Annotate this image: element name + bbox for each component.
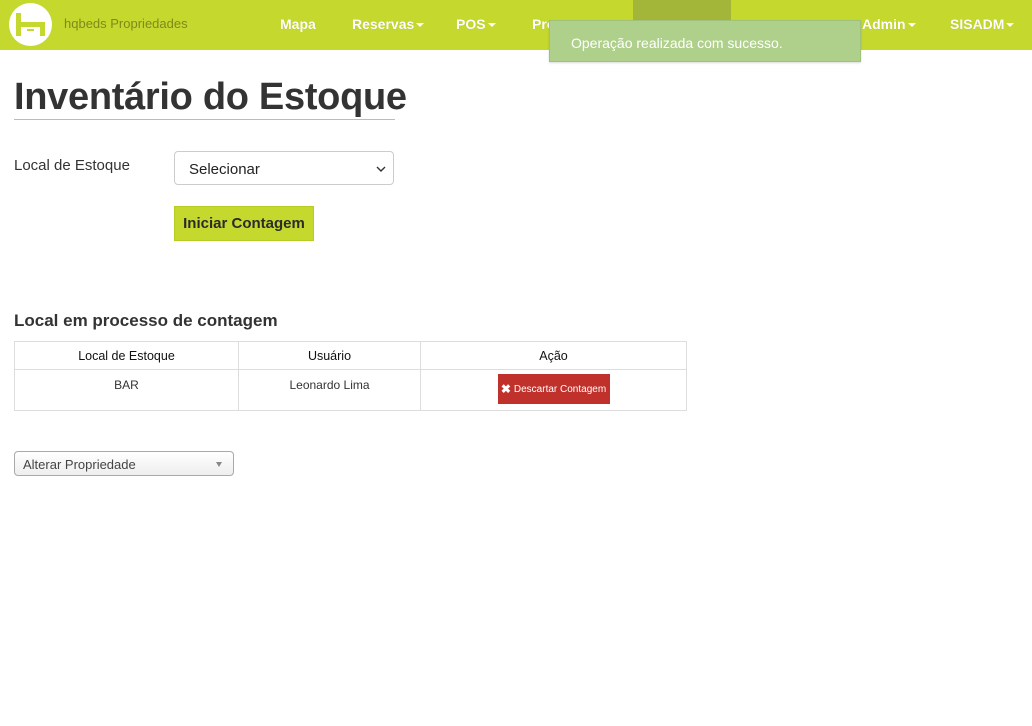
column-header-acao: Ação bbox=[420, 341, 687, 370]
caret-down-icon bbox=[1006, 23, 1015, 28]
title-divider bbox=[14, 119, 395, 120]
cell-action: ✖ Descartar Contagem bbox=[420, 369, 687, 411]
discard-count-label: Descartar Contagem bbox=[513, 383, 607, 395]
stock-location-select-value: Selecionar bbox=[189, 161, 260, 178]
counting-table: Local de Estoque Usuário Ação BAR Leonar… bbox=[14, 341, 687, 411]
table-row: BAR Leonardo Lima ✖ Descartar Contagem bbox=[14, 369, 687, 411]
stock-location-select[interactable]: Selecionar bbox=[174, 151, 394, 185]
caret-down-icon bbox=[907, 23, 916, 28]
caret-down-icon bbox=[216, 462, 222, 467]
cell-local: BAR bbox=[14, 369, 239, 411]
nav-item-reservas[interactable]: Reservas bbox=[352, 16, 425, 32]
caret-down-icon bbox=[416, 23, 425, 28]
toast-message: Operação realizada com sucesso. bbox=[571, 35, 783, 51]
column-header-local: Local de Estoque bbox=[14, 341, 239, 370]
close-icon: ✖ bbox=[500, 382, 511, 396]
cell-usuario: Leonardo Lima bbox=[238, 369, 421, 411]
success-toast[interactable]: Operação realizada com sucesso. bbox=[549, 20, 861, 62]
change-property-select[interactable]: Alterar Propriedade bbox=[14, 451, 234, 476]
caret-down-icon bbox=[487, 23, 496, 28]
start-count-button[interactable]: Iniciar Contagem bbox=[174, 206, 314, 241]
page-title: Inventário do Estoque bbox=[14, 76, 407, 118]
brand-name[interactable]: hqbeds Propriedades bbox=[64, 16, 188, 31]
nav-item-sisadm[interactable]: SISADM bbox=[950, 16, 1015, 32]
discard-count-button[interactable]: ✖ Descartar Contagem bbox=[497, 374, 610, 404]
nav-item-pos[interactable]: POS bbox=[456, 16, 496, 32]
stock-location-label: Local de Estoque bbox=[14, 157, 130, 174]
hq-logo-icon[interactable] bbox=[9, 3, 52, 46]
change-property-value: Alterar Propriedade bbox=[23, 457, 136, 472]
nav-item-mapa[interactable]: Mapa bbox=[280, 16, 316, 32]
chevron-down-icon bbox=[376, 166, 386, 172]
nav-item-admin[interactable]: Admin bbox=[862, 16, 916, 32]
top-navbar: hqbeds Propriedades Mapa Reservas POS Pr… bbox=[0, 0, 1032, 50]
section-title: Local em processo de contagem bbox=[14, 311, 278, 330]
table-header-row: Local de Estoque Usuário Ação bbox=[14, 341, 687, 370]
column-header-usuario: Usuário bbox=[238, 341, 421, 370]
